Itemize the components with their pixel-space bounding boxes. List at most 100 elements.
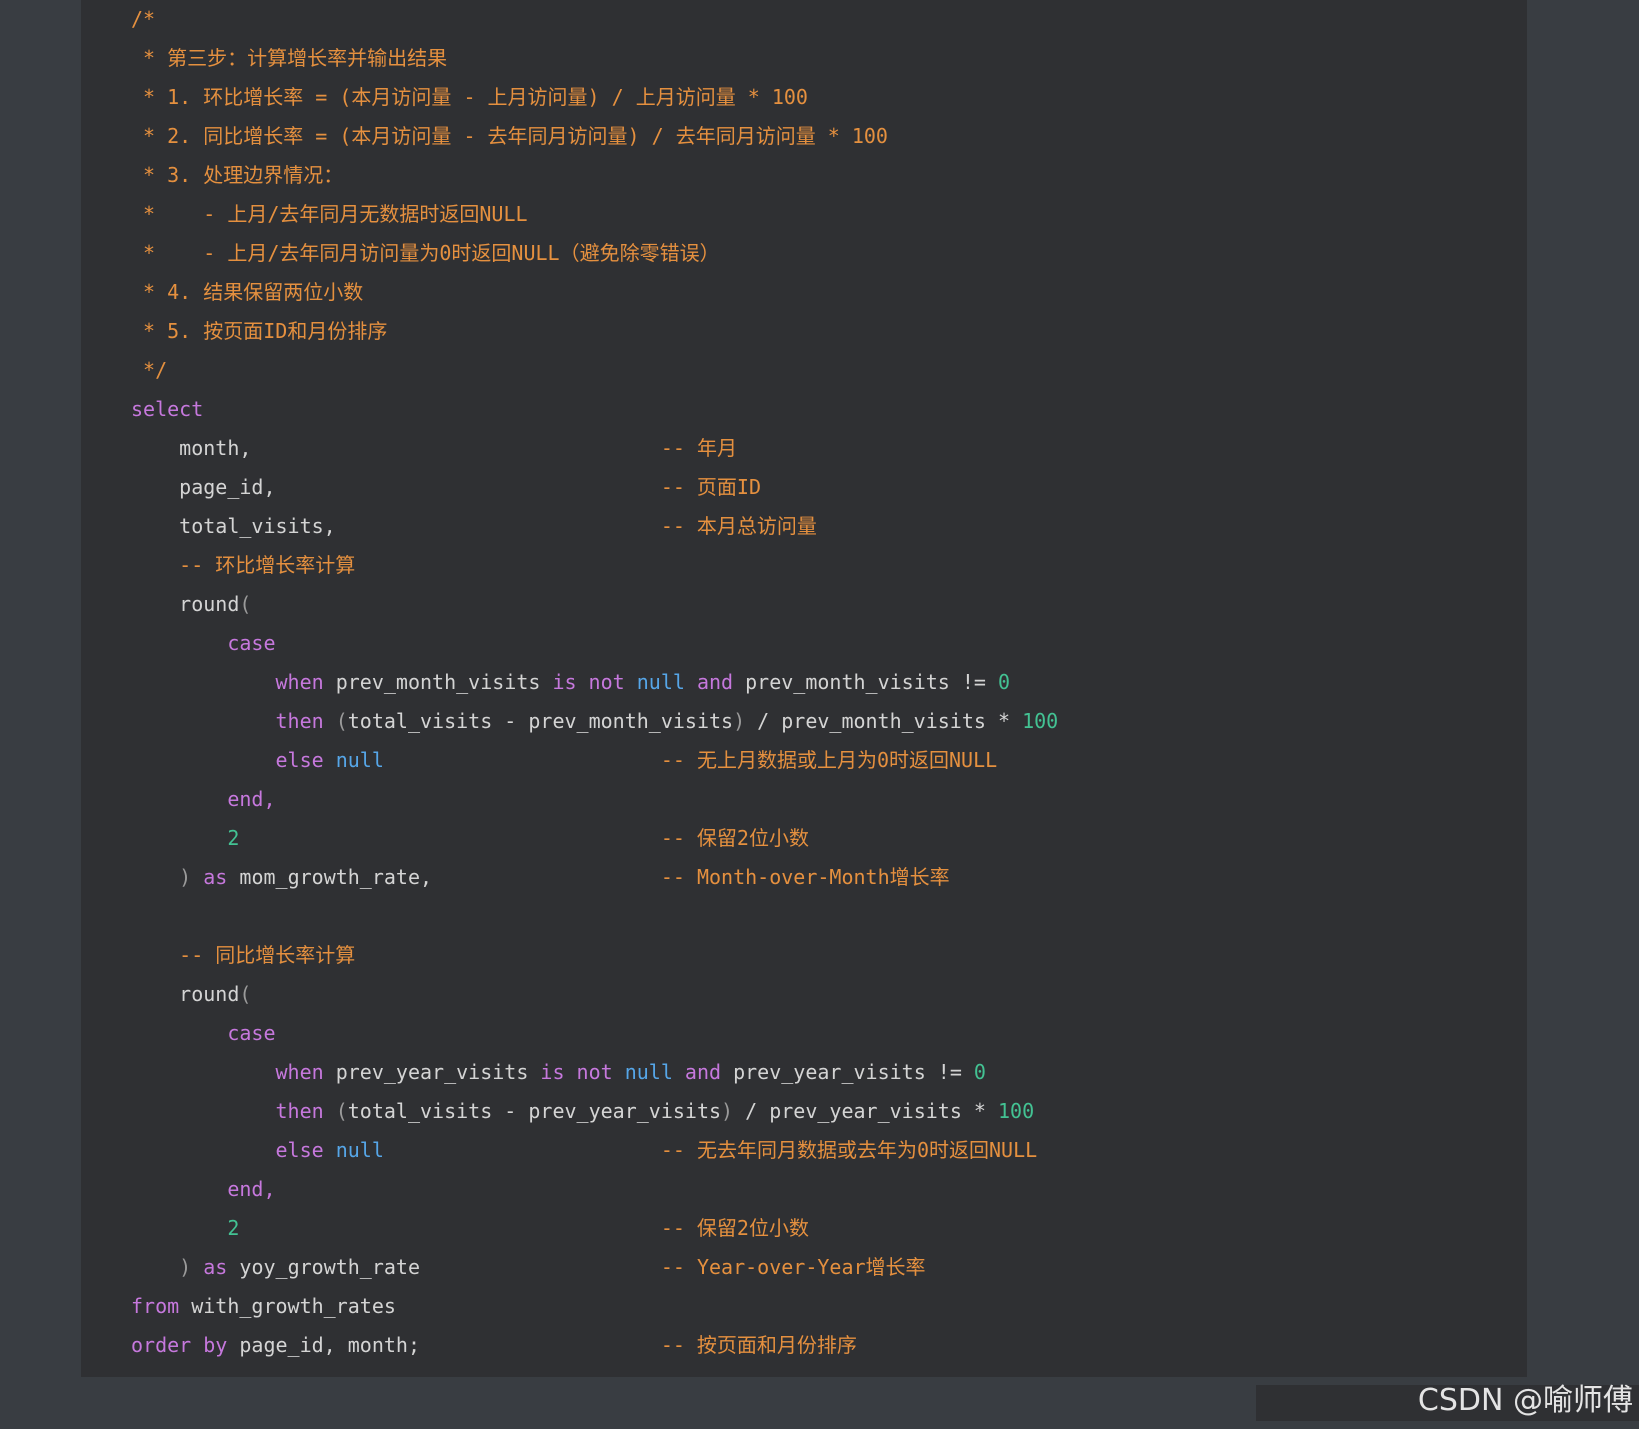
code-token: -- 页面ID — [660, 475, 762, 499]
code-line: end, — [131, 780, 1058, 819]
code-line: when prev_month_visits is not null and p… — [131, 663, 1058, 702]
code-token: is not — [552, 670, 625, 694]
code-token: -- 保留2位小数 — [660, 826, 809, 850]
csdn-watermark: CSDN @喻师傅 — [1417, 1383, 1633, 1418]
code-token: 2 — [227, 826, 240, 850]
code-token: ( — [239, 592, 252, 616]
code-token: ) — [721, 1099, 734, 1123]
code-token: end, — [131, 1177, 276, 1201]
code-token: -- 无上月数据或上月为0时返回NULL — [660, 748, 998, 772]
code-token: ) — [179, 1255, 192, 1279]
code-line: when prev_year_visits is not null and pr… — [131, 1053, 1058, 1092]
code-token: round — [131, 982, 240, 1006]
code-token: * 第三步：计算增长率并输出结果 — [131, 46, 448, 70]
code-line: -- 同比增长率计算 — [131, 936, 1058, 975]
code-token: -- Year-over-Year增长率 — [660, 1255, 926, 1279]
code-token: else — [131, 1138, 324, 1162]
code-token: ) — [733, 709, 746, 733]
sql-code[interactable]: /* * 第三步：计算增长率并输出结果 * 1. 环比增长率 = (本月访问量 … — [131, 0, 1058, 1365]
code-token: * - 上月/去年同月访问量为0时返回NULL（避免除零错误） — [131, 241, 720, 265]
code-line: * - 上月/去年同月无数据时返回NULL — [131, 195, 1058, 234]
code-token: select — [131, 397, 204, 421]
code-token: * 3. 处理边界情况： — [131, 163, 344, 187]
code-token: then — [131, 709, 324, 733]
code-token: total_visits - prev_year_visits — [347, 1099, 722, 1123]
code-line: case — [131, 624, 1058, 663]
code-token: null — [335, 748, 384, 772]
code-token: then — [131, 1099, 324, 1123]
code-token: / prev_year_visits * — [733, 1099, 998, 1123]
code-line: from with_growth_rates — [131, 1287, 1058, 1326]
code-token: round — [131, 592, 240, 616]
code-line: 2 -- 保留2位小数 — [131, 1209, 1058, 1248]
code-token: -- Month-over-Month增长率 — [660, 865, 950, 889]
code-line: * - 上月/去年同月访问量为0时返回NULL（避免除零错误） — [131, 234, 1058, 273]
code-line: */ — [131, 351, 1058, 390]
code-token: when — [131, 1060, 324, 1084]
code-line: * 第三步：计算增长率并输出结果 — [131, 39, 1058, 78]
code-line: else null -- 无去年同月数据或去年为0时返回NULL — [131, 1131, 1058, 1170]
code-token: total_visits - prev_month_visits — [347, 709, 734, 733]
code-token: -- 年月 — [660, 436, 737, 460]
code-token: * 5. 按页面ID和月份排序 — [131, 319, 388, 343]
code-token: else — [131, 748, 324, 772]
code-line: select — [131, 390, 1058, 429]
code-token: / prev_month_visits * — [745, 709, 1023, 733]
code-token: ( — [239, 982, 252, 1006]
code-line: else null -- 无上月数据或上月为0时返回NULL — [131, 741, 1058, 780]
code-line: case — [131, 1014, 1058, 1053]
code-line: then (total_visits - prev_year_visits) /… — [131, 1092, 1058, 1131]
code-token: -- 无去年同月数据或去年为0时返回NULL — [660, 1138, 1038, 1162]
code-line: -- 环比增长率计算 — [131, 546, 1058, 585]
code-line: ) as mom_growth_rate, -- Month-over-Mont… — [131, 858, 1058, 897]
code-token: -- 环比增长率计算 — [131, 553, 356, 577]
code-token: 2 — [227, 1216, 240, 1240]
code-token: as — [203, 865, 228, 889]
code-token: case — [131, 1021, 276, 1045]
code-line: * 1. 环比增长率 = (本月访问量 - 上月访问量) / 上月访问量 * 1… — [131, 78, 1058, 117]
code-line: round( — [131, 585, 1058, 624]
code-token: prev_year_visits != — [721, 1060, 974, 1084]
code-token: * 4. 结果保留两位小数 — [131, 280, 364, 304]
code-token: ) — [179, 865, 192, 889]
code-line: order by page_id, month; -- 按页面和月份排序 — [131, 1326, 1058, 1365]
code-line: * 5. 按页面ID和月份排序 — [131, 312, 1058, 351]
code-token: page_id, month; — [227, 1333, 420, 1357]
code-token: and — [696, 670, 734, 694]
code-line: page_id, -- 页面ID — [131, 468, 1058, 507]
code-token: total_visits, — [131, 514, 336, 538]
code-token: when — [131, 670, 324, 694]
code-token: yoy_growth_rate — [227, 1255, 421, 1279]
code-token: ( — [335, 1099, 348, 1123]
code-token: * - 上月/去年同月无数据时返回NULL — [131, 202, 528, 226]
code-line: * 2. 同比增长率 = (本月访问量 - 去年同月访问量) / 去年同月访问量… — [131, 117, 1058, 156]
code-token: end, — [131, 787, 276, 811]
code-token: prev_month_visits — [323, 670, 553, 694]
code-token: 0 — [973, 1060, 986, 1084]
code-token: prev_year_visits — [323, 1060, 541, 1084]
code-line: end, — [131, 1170, 1058, 1209]
code-line: then (total_visits - prev_month_visits) … — [131, 702, 1058, 741]
code-token: as — [203, 1255, 228, 1279]
code-line: ) as yoy_growth_rate -- Year-over-Year增长… — [131, 1248, 1058, 1287]
code-token: is not — [540, 1060, 613, 1084]
code-line: /* — [131, 0, 1058, 39]
